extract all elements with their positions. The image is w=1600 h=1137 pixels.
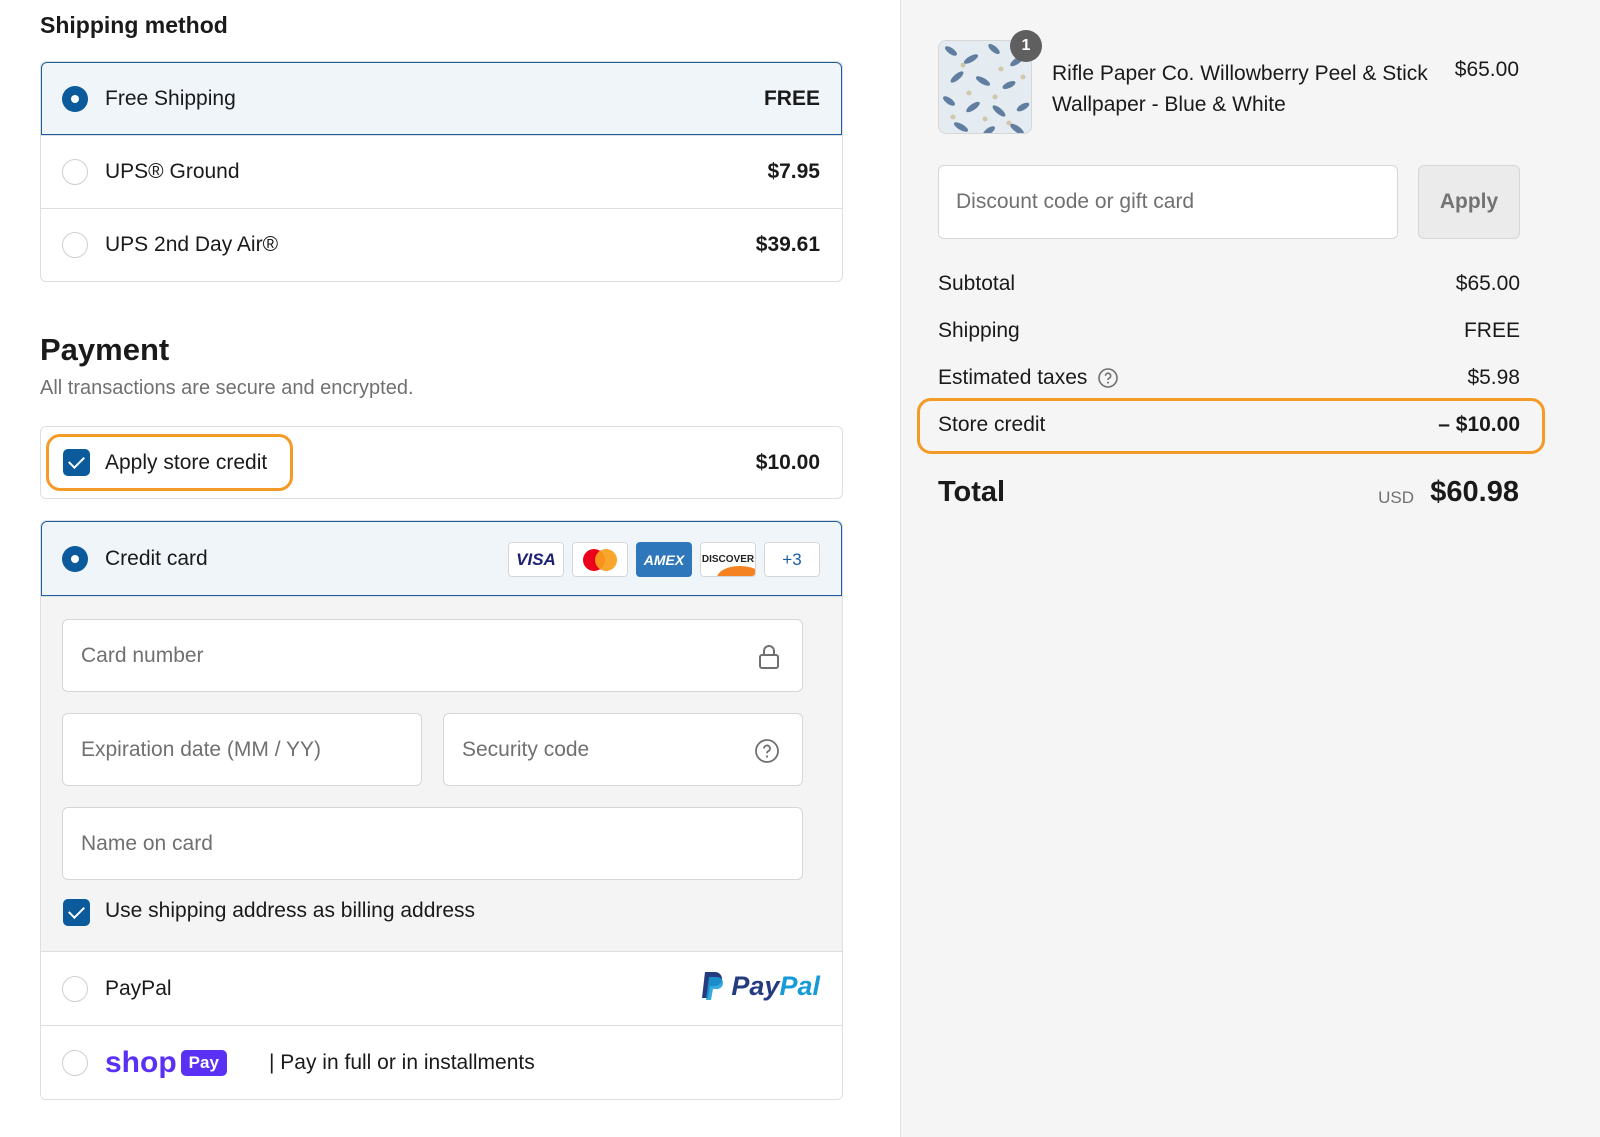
pay-badge: Pay xyxy=(180,1050,227,1076)
payment-option-credit-card[interactable]: Credit card VISA AMEX DISCOVER +3 xyxy=(41,521,842,596)
shop-logo-text: shop xyxy=(105,1046,177,1079)
shipping-row: Shipping FREE xyxy=(938,319,1520,343)
radio-unselected[interactable] xyxy=(62,232,88,258)
shipping-option-ups-2nd-day[interactable]: UPS 2nd Day Air® $39.61 xyxy=(41,208,842,281)
billing-address-label: Use shipping address as billing address xyxy=(105,899,476,922)
visa-icon: VISA xyxy=(508,542,564,577)
payment-methods: Credit card VISA AMEX DISCOVER +3 Card n… xyxy=(40,520,843,1100)
product-name: Rifle Paper Co. Willowberry Peel & Stick… xyxy=(1052,62,1428,116)
lock-icon xyxy=(758,644,780,676)
shipping-options: Free Shipping FREE UPS® Ground $7.95 UPS… xyxy=(40,61,843,282)
total-label: Total xyxy=(938,476,1006,508)
credit-card-form: Card number Expiration date (MM / YY) Se… xyxy=(41,596,842,951)
shipping-option-price: $7.95 xyxy=(767,160,820,183)
paypal-label: PayPal xyxy=(105,976,172,1000)
shipping-option-price: $39.61 xyxy=(755,233,820,256)
subtotal-value: $65.00 xyxy=(1455,272,1520,295)
shipping-method-heading: Shipping method xyxy=(40,12,228,38)
checkout-form: Shipping method Free Shipping FREE UPS® … xyxy=(0,0,900,1137)
store-credit-amount: $10.00 xyxy=(755,450,820,474)
subtotal-label: Subtotal xyxy=(938,272,1016,295)
credit-card-label: Credit card xyxy=(105,546,208,570)
shop-pay-label: | Pay in full or in installments xyxy=(269,1050,535,1074)
discover-icon: DISCOVER xyxy=(700,542,756,577)
payment-heading: Payment xyxy=(40,332,170,367)
payment-option-shop-pay[interactable]: shop Pay | Pay in full or in installment… xyxy=(41,1025,842,1099)
shipping-option-label: Free Shipping xyxy=(105,86,236,110)
shop-pay-logo: shop Pay xyxy=(105,1046,227,1080)
card-brands: VISA AMEX DISCOVER +3 xyxy=(508,542,820,577)
amex-icon: AMEX xyxy=(636,542,692,577)
billing-address-checkbox[interactable] xyxy=(63,899,90,926)
radio-unselected[interactable] xyxy=(62,1049,88,1076)
more-brands-badge: +3 xyxy=(764,542,820,577)
name-on-card-field[interactable]: Name on card xyxy=(62,807,803,880)
total-value: $60.98 xyxy=(1430,476,1519,508)
taxes-help-icon[interactable] xyxy=(1097,367,1119,389)
payment-option-paypal[interactable]: PayPal PayPal xyxy=(41,951,842,1025)
shipping-option-label: UPS® Ground xyxy=(105,160,240,183)
apply-discount-button[interactable]: Apply xyxy=(1418,165,1520,239)
shipping-option-price: FREE xyxy=(763,86,820,110)
shipping-option-label: UPS 2nd Day Air® xyxy=(105,233,279,256)
quantity-badge: 1 xyxy=(1010,30,1042,62)
shipping-option-free[interactable]: Free Shipping FREE xyxy=(41,62,842,135)
radio-selected[interactable] xyxy=(62,85,88,112)
shipping-value: FREE xyxy=(1463,319,1520,342)
help-icon[interactable] xyxy=(754,738,780,770)
expiration-placeholder: Expiration date (MM / YY) xyxy=(81,737,322,761)
store-credit-summary-highlight xyxy=(917,398,1545,454)
discount-code-input[interactable]: Discount code or gift card xyxy=(938,165,1398,239)
radio-unselected[interactable] xyxy=(62,159,88,185)
subtotal-row: Subtotal $65.00 xyxy=(938,272,1520,296)
radio-unselected[interactable] xyxy=(62,975,88,1002)
store-credit-highlight xyxy=(46,434,293,491)
payment-subtitle: All transactions are secure and encrypte… xyxy=(40,377,414,399)
security-code-placeholder: Security code xyxy=(462,737,590,761)
card-number-placeholder: Card number xyxy=(81,643,204,667)
radio-selected[interactable] xyxy=(62,545,88,572)
taxes-row: Estimated taxes $5.98 xyxy=(938,366,1520,390)
mastercard-icon xyxy=(572,542,628,577)
paypal-logo: PayPal xyxy=(699,970,820,1002)
expiration-field[interactable]: Expiration date (MM / YY) xyxy=(62,713,422,786)
product-price: $65.00 xyxy=(1454,58,1519,81)
total-currency: USD xyxy=(1378,488,1414,507)
taxes-label: Estimated taxes xyxy=(938,366,1088,389)
card-number-field[interactable]: Card number xyxy=(62,619,803,692)
security-code-field[interactable]: Security code xyxy=(443,713,803,786)
taxes-value: $5.98 xyxy=(1467,366,1520,389)
discount-code-placeholder: Discount code or gift card xyxy=(956,190,1195,213)
name-on-card-placeholder: Name on card xyxy=(81,831,213,855)
shipping-label: Shipping xyxy=(938,319,1020,342)
shipping-option-ups-ground[interactable]: UPS® Ground $7.95 xyxy=(41,135,842,208)
